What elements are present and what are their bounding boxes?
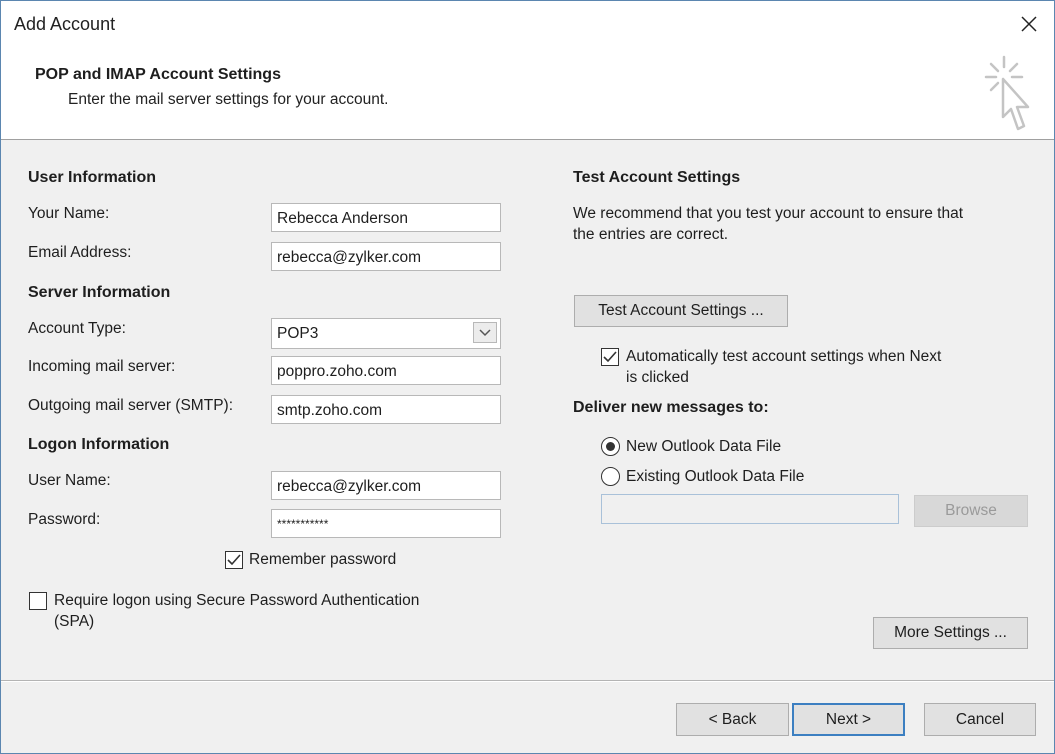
new-data-file-radio[interactable] [601,437,620,456]
add-account-dialog: Add Account POP and IMAP Account Setting… [0,0,1055,754]
deliver-messages-heading: Deliver new messages to: [573,399,769,416]
existing-data-file-radio[interactable] [601,467,620,486]
cancel-button[interactable]: Cancel [924,703,1036,736]
new-data-file-label[interactable]: New Outlook Data File [626,438,781,456]
cursor-click-icon [984,55,1030,131]
email-address-label: Email Address: [28,244,132,261]
password-label: Password: [28,511,101,528]
data-file-path-input[interactable] [601,494,899,524]
browse-button[interactable]: Browse [914,495,1028,527]
chevron-down-icon [479,328,491,336]
checkmark-icon [227,554,241,566]
remember-password-checkbox[interactable] [225,551,243,569]
incoming-server-input[interactable]: poppro.zoho.com [271,356,501,385]
auto-test-label-line1[interactable]: Automatically test account settings when… [626,348,941,366]
user-name-label: User Name: [28,472,111,489]
back-button[interactable]: < Back [676,703,789,736]
outgoing-server-label: Outgoing mail server (SMTP): [28,397,233,414]
spa-checkbox[interactable] [29,592,47,610]
email-address-input[interactable]: rebecca@zylker.com [271,242,501,271]
account-type-value: POP3 [277,325,319,342]
auto-test-checkbox[interactable] [601,348,619,366]
your-name-label: Your Name: [28,205,110,222]
more-settings-button[interactable]: More Settings ... [873,617,1028,649]
next-button[interactable]: Next > [792,703,905,736]
account-type-select[interactable]: POP3 [271,318,501,349]
logon-information-heading: Logon Information [28,436,170,453]
existing-data-file-label[interactable]: Existing Outlook Data File [626,468,804,486]
checkmark-icon [603,351,617,363]
password-input[interactable]: *********** [271,509,501,538]
test-description-line2: the entries are correct. [573,226,729,243]
user-name-input[interactable]: rebecca@zylker.com [271,471,501,500]
test-account-settings-heading: Test Account Settings [573,169,741,186]
header-banner: POP and IMAP Account Settings Enter the … [1,47,1054,140]
window-title: Add Account [14,14,116,34]
footer-divider [1,680,1054,682]
outgoing-server-input[interactable]: smtp.zoho.com [271,395,501,424]
page-title: POP and IMAP Account Settings [35,66,281,83]
spa-label-line2[interactable]: (SPA) [54,613,94,631]
test-account-settings-button[interactable]: Test Account Settings ... [574,295,788,327]
user-information-heading: User Information [28,169,157,186]
title-bar: Add Account [1,1,1054,47]
auto-test-label-line2[interactable]: is clicked [626,369,689,387]
your-name-input[interactable]: Rebecca Anderson [271,203,501,232]
close-button[interactable] [1011,7,1047,41]
radio-selected-dot [606,442,615,451]
close-icon [1021,16,1037,32]
spa-label-line1[interactable]: Require logon using Secure Password Auth… [54,592,419,610]
incoming-server-label: Incoming mail server: [28,358,176,375]
server-information-heading: Server Information [28,284,171,301]
remember-password-label[interactable]: Remember password [249,551,396,569]
dropdown-button[interactable] [473,322,497,343]
page-subtitle: Enter the mail server settings for your … [68,91,389,108]
test-description-line1: We recommend that you test your account … [573,205,964,222]
account-type-label: Account Type: [28,320,126,337]
